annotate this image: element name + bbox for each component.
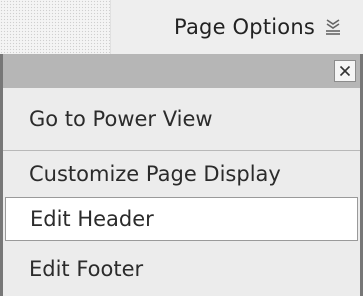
chevron-double-down-icon: [325, 18, 341, 36]
menu-item-label: Go to Power View: [29, 107, 213, 131]
page: Page Options Go to Power View Customize …: [0, 0, 363, 296]
close-button[interactable]: [334, 60, 356, 82]
menu-item-edit-header[interactable]: Edit Header: [5, 197, 358, 241]
menu-item-label: Edit Footer: [29, 256, 144, 281]
menu-header: [3, 54, 360, 88]
page-options-button[interactable]: Page Options: [110, 0, 363, 54]
menu-item-label: Customize Page Display: [29, 162, 281, 186]
menu-item-label: Edit Header: [30, 207, 154, 231]
dotted-background: [0, 0, 110, 54]
menu-item-customize-page-display[interactable]: Customize Page Display: [3, 151, 360, 197]
page-options-menu: Go to Power View Customize Page Display …: [0, 54, 363, 296]
menu-item-edit-footer[interactable]: Edit Footer: [3, 241, 360, 296]
close-icon: [339, 62, 351, 81]
menu-item-go-to-power-view[interactable]: Go to Power View: [3, 88, 360, 150]
page-options-label: Page Options: [174, 15, 315, 39]
top-toolbar: Page Options: [0, 0, 363, 54]
